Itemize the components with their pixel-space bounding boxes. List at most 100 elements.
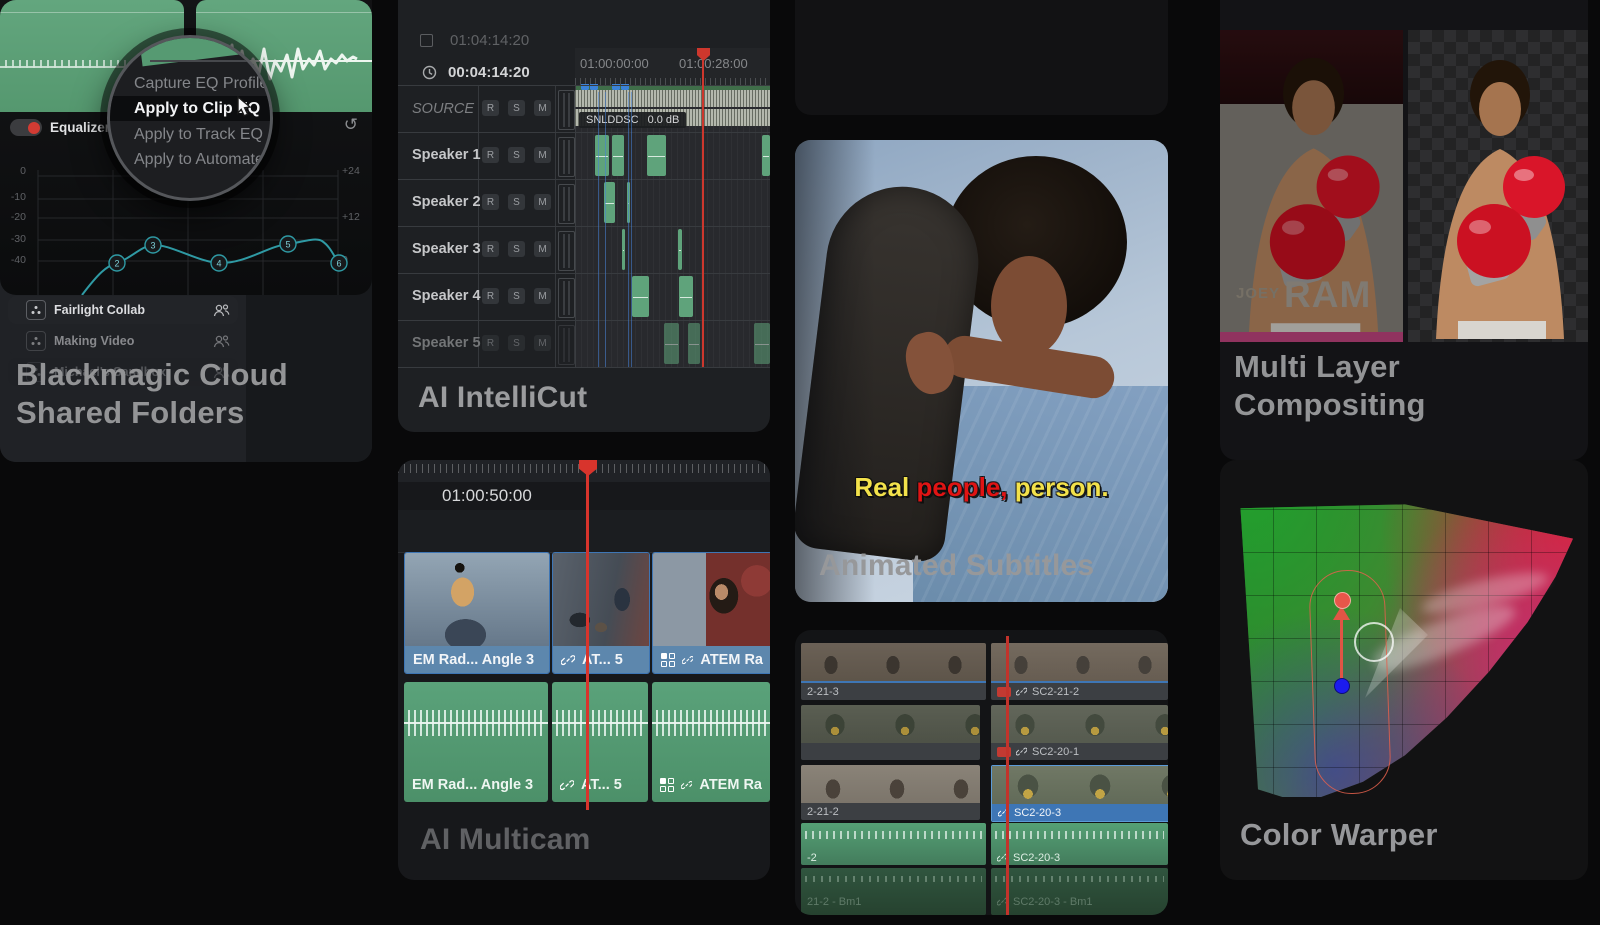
mute-button[interactable]: M xyxy=(534,100,551,116)
video-clip[interactable] xyxy=(801,705,980,760)
audio-clip[interactable]: -2 xyxy=(801,823,986,865)
warp-source-point[interactable] xyxy=(1334,678,1350,694)
menu-item-apply-automate[interactable]: Apply to Automate xyxy=(110,147,270,172)
mute-button[interactable]: M xyxy=(534,335,551,351)
solo-button[interactable]: S xyxy=(508,100,525,116)
clip-label: -2 xyxy=(801,850,986,865)
record-arm-button[interactable]: R xyxy=(482,241,499,257)
audio-clip-atem[interactable]: ATEM Ra xyxy=(652,682,770,802)
menu-item-capture-eq[interactable]: Capture EQ Profile xyxy=(110,71,270,96)
video-clip-wide[interactable]: AT... 5 xyxy=(552,552,650,674)
clock-icon xyxy=(422,65,437,80)
record-arm-button[interactable]: R xyxy=(482,100,499,116)
playhead-line[interactable] xyxy=(586,474,589,810)
poster-pink-bar xyxy=(1220,332,1403,342)
clip-label-text: 21-2 - Bm1 xyxy=(807,896,861,908)
intellicut-card: 01:04:14:20 00:04:14:20 01:00:00:00 01:0… xyxy=(398,0,770,432)
solo-button[interactable]: S xyxy=(508,194,525,210)
video-clip[interactable]: SC2-21-2 xyxy=(991,643,1168,700)
waveform xyxy=(995,876,1164,882)
audio-clip[interactable] xyxy=(762,135,770,176)
project-library-item[interactable]: Fairlight Collab xyxy=(8,296,238,324)
eq-node-5: 5 xyxy=(285,240,290,250)
audio-clip[interactable] xyxy=(632,276,649,317)
video-thumbnail xyxy=(553,553,649,646)
project-icon xyxy=(26,300,46,320)
audio-clip[interactable] xyxy=(754,323,770,364)
video-thumbnail xyxy=(405,553,549,646)
row-divider xyxy=(398,179,770,180)
audio-clip[interactable] xyxy=(688,323,700,364)
audio-clip[interactable] xyxy=(647,135,666,176)
clip-label: SC2-21-2 xyxy=(991,683,1168,700)
warp-target-point[interactable] xyxy=(1334,592,1351,609)
solo-button[interactable]: S xyxy=(508,147,525,163)
clip-label: SC2-20-1 xyxy=(991,743,1168,760)
video-clip[interactable]: 2-21-2 xyxy=(801,765,980,820)
record-arm-button[interactable]: R xyxy=(482,335,499,351)
menu-item-apply-track-eq[interactable]: Apply to Track EQ xyxy=(110,122,270,147)
audio-clip[interactable] xyxy=(679,276,693,317)
solo-button[interactable]: S xyxy=(508,288,525,304)
flag-line xyxy=(598,92,599,367)
audio-clip[interactable] xyxy=(664,323,679,364)
empty-track xyxy=(398,510,770,553)
playhead-line[interactable] xyxy=(1006,636,1009,915)
mute-button[interactable]: M xyxy=(534,288,551,304)
video-clip-atem[interactable]: ATEM Ra xyxy=(652,552,770,674)
clip-label-text: -2 xyxy=(807,852,817,864)
video-clip-selected[interactable]: SC2-20-3 xyxy=(991,765,1168,822)
mute-button[interactable]: M xyxy=(534,241,551,257)
mute-button[interactable]: M xyxy=(534,194,551,210)
clip-label-text: SC2-20-3 xyxy=(1014,807,1061,819)
link-icon xyxy=(560,778,574,792)
audio-clip[interactable]: SC2-20-3 xyxy=(991,823,1168,865)
subtitle-word-red: people, xyxy=(917,472,1008,502)
card-caption: Animated Subtitles xyxy=(819,548,1094,585)
flag-line xyxy=(605,92,606,367)
track-name: Speaker 3 xyxy=(412,241,481,257)
compositing-card: JOEY RAM Multi Layer Compositing xyxy=(1220,0,1588,460)
solo-button[interactable]: S xyxy=(508,335,525,351)
picker-circle[interactable] xyxy=(1354,622,1394,662)
record-arm-button[interactable]: R xyxy=(482,147,499,163)
card-caption: Multi Layer Compositing xyxy=(1234,348,1426,424)
equalizer-card: Equalizer ↺ 0 -10 -20 -30 -40 +24 +12 0 xyxy=(0,0,372,295)
level-meter xyxy=(558,325,575,365)
poster-word-ram: RAM xyxy=(1284,274,1371,316)
track-name-source: SOURCE xyxy=(412,101,474,117)
solo-button[interactable]: S xyxy=(508,241,525,257)
project-library-item[interactable]: Making Video xyxy=(8,327,238,355)
video-clip[interactable]: SC2-20-1 xyxy=(991,705,1168,760)
track-name: Speaker 5 xyxy=(412,335,481,351)
caption-line-2: Compositing xyxy=(1234,386,1426,424)
clip-label: 21-2 - Bm1 xyxy=(801,894,986,909)
mute-button[interactable]: M xyxy=(534,147,551,163)
audio-clip-angle3[interactable]: EM Rad... Angle 3 xyxy=(404,682,548,802)
subtitle-word-yellow: Real xyxy=(854,472,916,502)
link-icon xyxy=(1016,686,1027,697)
record-arm-button[interactable]: R xyxy=(482,194,499,210)
audio-clip[interactable] xyxy=(678,229,682,270)
clip-label: 2-21-3 xyxy=(801,683,986,700)
audio-clip-at5[interactable]: AT... 5 xyxy=(552,682,648,802)
audio-clip[interactable] xyxy=(622,229,625,270)
row-divider xyxy=(398,226,770,227)
record-arm-button[interactable]: R xyxy=(482,288,499,304)
audio-clip-dim[interactable]: SC2-20-3 - Bm1 xyxy=(991,868,1168,915)
audio-clip-dim[interactable]: 21-2 - Bm1 xyxy=(801,868,986,915)
marker-icon xyxy=(420,34,433,47)
timeline-ruler[interactable]: 01:00:00:00 01:00:28:00 xyxy=(575,48,770,86)
audio-clip[interactable] xyxy=(612,135,624,176)
row-divider xyxy=(398,132,770,133)
link-icon xyxy=(561,653,575,667)
video-clip[interactable]: 2-21-3 xyxy=(801,643,986,700)
video-clip-angle3[interactable]: EM Rad... Angle 3 xyxy=(404,552,550,674)
multiview-grid-icon xyxy=(660,778,674,792)
film-thumbnails xyxy=(992,766,1168,806)
timecode-main: 00:04:14:20 xyxy=(448,64,530,81)
clip-gain: 0.0 dB xyxy=(648,114,680,126)
playhead-line[interactable] xyxy=(702,60,704,367)
subtitle-word-yellow: person. xyxy=(1008,472,1109,502)
eq-node-2: 2 xyxy=(114,259,119,269)
